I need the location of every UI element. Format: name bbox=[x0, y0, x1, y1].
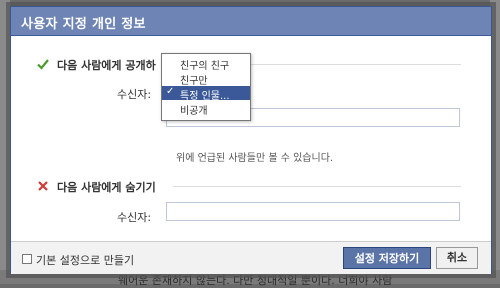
dropdown-option-friends-only[interactable]: 친구만 bbox=[162, 71, 250, 87]
hide-recipient-label: 수신자: bbox=[117, 211, 152, 224]
hide-section-heading: 다음 사람에게 숨기기 bbox=[57, 181, 156, 194]
share-section-divider bbox=[251, 64, 461, 65]
custom-privacy-dialog: 사용자 지정 개인 정보 다음 사람에게 공개하 수신자: 위에 언급된 사람들… bbox=[10, 6, 492, 274]
dropdown-option-label: 특정 인물... bbox=[180, 91, 230, 102]
dropdown-option-private[interactable]: 비공개 bbox=[162, 101, 250, 117]
hide-section-divider bbox=[173, 186, 461, 187]
dropdown-option-specific-people[interactable]: ✓ 특정 인물... bbox=[162, 86, 250, 102]
cancel-button[interactable]: 취소 bbox=[436, 247, 478, 269]
x-icon bbox=[38, 181, 48, 191]
dropdown-option-label: 비공개 bbox=[180, 106, 208, 117]
background-page-left bbox=[0, 0, 10, 284]
hide-recipient-input[interactable] bbox=[166, 202, 460, 221]
save-settings-button[interactable]: 설정 저장하기 bbox=[343, 247, 431, 269]
dialog-titlebar: 사용자 지정 개인 정보 bbox=[11, 7, 491, 36]
make-default-label: 기본 설정으로 만들기 bbox=[36, 254, 135, 267]
dropdown-option-label: 친구만 bbox=[180, 76, 208, 87]
background-text: 웨어운 존재하지 않는다. 다만 정대적일 뿐이다. 너희야 사람 bbox=[118, 274, 393, 287]
share-section-heading: 다음 사람에게 공개하 bbox=[57, 59, 156, 72]
dialog-footer: 기본 설정으로 만들기 설정 저장하기 취소 bbox=[11, 241, 491, 274]
share-recipient-label: 수신자: bbox=[117, 88, 152, 101]
dropdown-option-friends-of-friends[interactable]: 친구의 친구 bbox=[162, 56, 250, 72]
checkmark-icon: ✓ bbox=[166, 86, 175, 97]
audience-dropdown-menu: 친구의 친구 친구만 ✓ 특정 인물... 비공개 bbox=[161, 53, 251, 121]
dialog-title: 사용자 지정 개인 정보 bbox=[21, 17, 146, 32]
dropdown-option-label: 친구의 친구 bbox=[180, 61, 230, 72]
share-hint-text: 위에 언급된 사람들만 볼 수 있습니다. bbox=[176, 153, 334, 164]
check-icon bbox=[37, 59, 49, 70]
make-default-checkbox[interactable] bbox=[22, 254, 32, 264]
